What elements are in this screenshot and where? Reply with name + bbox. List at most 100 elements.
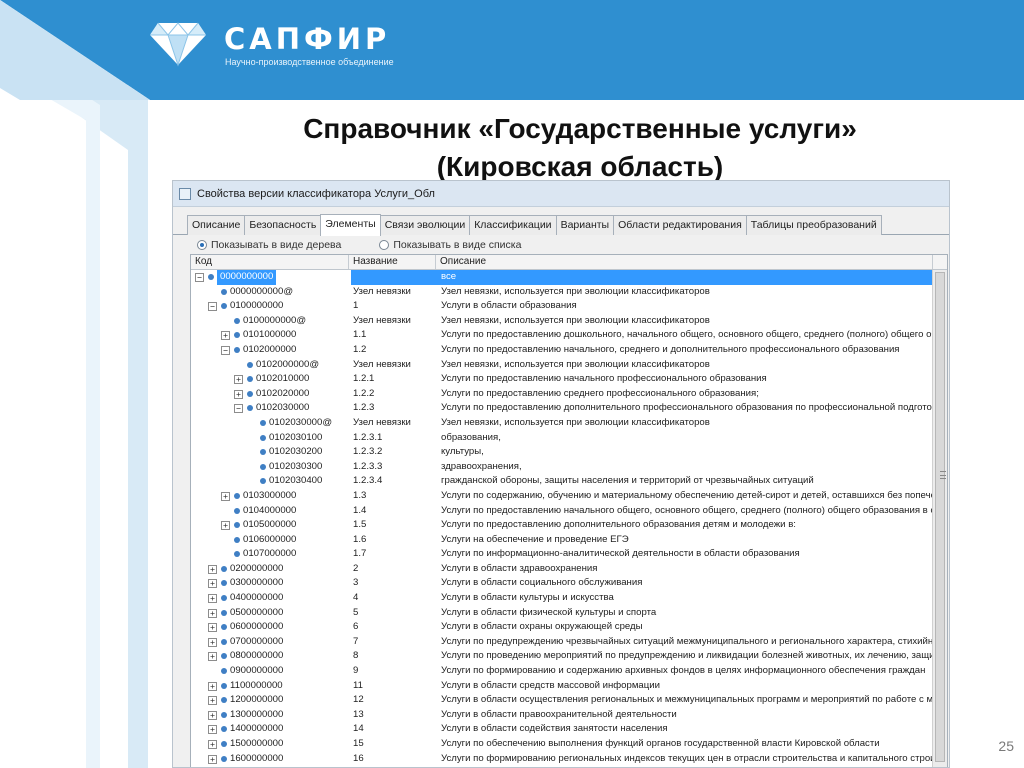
plus-box-icon[interactable]: + — [208, 754, 217, 764]
tab-5[interactable]: Варианты — [555, 215, 615, 235]
table-row[interactable]: 0102030400 1.2.3.4 гражданской обороны, за… — [191, 474, 933, 489]
tree-option-label: Показывать в виде дерева — [211, 239, 342, 251]
table-row[interactable]: 0000000000@ Узел невязки Узел невязки, исп… — [191, 285, 933, 300]
table-row[interactable]: +1100000000 11 Услуги в области средств ма… — [191, 679, 933, 694]
table-row[interactable]: 0102030200 1.2.3.2 культуры, — [191, 445, 933, 460]
plus-box-icon[interactable]: + — [208, 579, 217, 589]
table-row[interactable]: 0102030100 1.2.3.1 образования, — [191, 431, 933, 446]
row-code: 0300000000 — [230, 577, 284, 589]
bullet-node-icon — [234, 507, 240, 514]
scrollbar-thumb[interactable] — [935, 272, 946, 762]
row-name: 16 — [353, 752, 364, 764]
bullet-node-icon — [260, 478, 266, 485]
tree-radio[interactable] — [197, 240, 207, 250]
plus-box-icon[interactable]: + — [208, 637, 217, 647]
tab-3[interactable]: Связи эволюции — [379, 215, 471, 235]
table-row[interactable]: +0700000000 7 Услуги по предупреждению чре… — [191, 635, 933, 650]
plus-box-icon[interactable]: + — [208, 564, 217, 574]
table-row[interactable]: +1500000000 15 Услуги по обеспечению выпол… — [191, 737, 933, 752]
tab-0[interactable]: Описание — [187, 215, 246, 235]
plus-box-icon[interactable]: + — [208, 623, 217, 633]
plus-box-icon[interactable]: + — [234, 389, 243, 399]
bullet-node-icon — [221, 711, 227, 718]
plus-box-icon[interactable]: + — [221, 331, 230, 341]
plus-box-icon[interactable]: + — [208, 710, 217, 720]
minus-box-icon[interactable]: − — [234, 404, 243, 414]
table-row[interactable]: +0102020000 1.2.2 Услуги по предоставлению… — [191, 387, 933, 402]
window-titlebar[interactable]: Свойства версии классификатора Услуги_Об… — [173, 181, 949, 207]
tab-6[interactable]: Области редактирования — [613, 215, 747, 235]
plus-box-icon[interactable]: + — [208, 740, 217, 749]
row-name: 2 — [353, 562, 359, 574]
table-row[interactable]: 0102030300 1.2.3.3 здравоохранения, — [191, 460, 933, 475]
table-row[interactable]: 0102030000@ Узел невязки Узел невязки, исп… — [191, 416, 933, 431]
table-row[interactable]: +0102010000 1.2.1 Услуги по предоставлению… — [191, 372, 933, 387]
row-description: Услуги на обеспечение и проведение ЕГЭ — [441, 533, 629, 545]
plus-box-icon[interactable]: + — [208, 696, 217, 706]
vertical-scrollbar[interactable] — [932, 270, 947, 767]
plus-box-icon[interactable]: + — [221, 521, 230, 531]
table-row[interactable]: +0500000000 5 Услуги в области физической … — [191, 606, 933, 621]
code-cell: − 0000000000 — [191, 270, 351, 285]
column-header-code[interactable]: Код — [191, 255, 349, 269]
minus-box-icon[interactable]: − — [208, 302, 217, 312]
table-row[interactable]: − 0102000000 1.2 Услуги по предоставлению н… — [191, 343, 933, 358]
table-row[interactable]: +0800000000 8 Услуги по проведению меропри… — [191, 649, 933, 664]
table-row[interactable]: 0102000000@ Узел невязки Узел невязки, исп… — [191, 358, 933, 373]
row-name: 5 — [353, 606, 359, 618]
bullet-node-icon — [221, 624, 227, 631]
table-row[interactable]: 0100000000@ Узел невязки Узел невязки, исп… — [191, 314, 933, 329]
minus-box-icon[interactable]: − — [195, 273, 204, 282]
table-row[interactable]: 0106000000 1.6 Услуги на обеспечение и про… — [191, 533, 933, 548]
tab-4[interactable]: Классификации — [469, 215, 557, 235]
table-row[interactable]: − 0000000000 все — [191, 270, 933, 285]
show-as-tree-option[interactable]: Показывать в виде дерева — [197, 239, 341, 251]
table-row[interactable]: 0107000000 1.7 Услуги по информационно-ана… — [191, 547, 933, 562]
classifier-properties-window: Свойства версии классификатора Услуги_Об… — [172, 180, 950, 768]
bullet-node-icon — [221, 653, 227, 660]
table-row[interactable]: +0600000000 6 Услуги в области охраны окру… — [191, 620, 933, 635]
row-code: 0102020000 — [256, 387, 310, 399]
row-code: 0101000000 — [243, 329, 297, 341]
table-row[interactable]: 0900000000 9 Услуги по формированию и соде… — [191, 664, 933, 679]
table-row[interactable]: − 0102030000 1.2.3 Услуги по предоставлению… — [191, 401, 933, 416]
plus-box-icon[interactable]: + — [208, 608, 217, 618]
bullet-node-icon — [247, 405, 253, 412]
column-header-description[interactable]: Описание — [436, 255, 933, 269]
tab-1[interactable]: Безопасность — [244, 215, 322, 235]
bullet-node-icon — [247, 361, 253, 368]
table-row[interactable]: +0103000000 1.3 Услуги по содержанию, обуч… — [191, 489, 933, 504]
plus-box-icon[interactable]: + — [208, 681, 217, 691]
tab-7[interactable]: Таблицы преобразований — [745, 215, 882, 235]
row-description: здравоохранения, — [441, 460, 522, 472]
table-row[interactable]: +0400000000 4 Услуги в области культуры и … — [191, 591, 933, 606]
row-name: 6 — [353, 621, 359, 633]
table-row[interactable]: +0105000000 1.5 Услуги по предоставлению д… — [191, 518, 933, 533]
bullet-node-icon — [260, 434, 266, 441]
row-name: 1.4 — [353, 504, 367, 516]
plus-box-icon[interactable]: + — [221, 491, 230, 501]
row-name: 12 — [353, 694, 364, 706]
show-as-list-option[interactable]: Показывать в виде списка — [379, 239, 521, 251]
list-radio[interactable] — [379, 240, 390, 250]
table-row[interactable]: +1300000000 13 Услуги в области правоохран… — [191, 708, 933, 723]
view-options: Показывать в виде дерева Показывать в ви… — [173, 235, 949, 255]
table-row[interactable]: +0101000000 1.1 Услуги по предоставлению д… — [191, 328, 933, 343]
table-row[interactable]: +1200000000 12 Услуги в области осуществле… — [191, 693, 933, 708]
table-row[interactable]: +0200000000 2 Услуги в области здравоохран… — [191, 562, 933, 577]
code-cell: +0105000000 — [191, 518, 351, 533]
row-description: Услуги по информационно-аналитической де… — [441, 548, 800, 560]
table-row[interactable]: 0104000000 1.4 Услуги по предоставлению на… — [191, 504, 933, 519]
plus-box-icon[interactable]: + — [208, 652, 217, 662]
row-code: 1200000000 — [230, 694, 284, 706]
table-row[interactable]: +1400000000 14 Услуги в области содействия… — [191, 722, 933, 737]
table-row[interactable]: +1600000000 16 Услуги по формированию реги… — [191, 752, 933, 767]
plus-box-icon[interactable]: + — [208, 725, 217, 735]
plus-box-icon[interactable]: + — [208, 594, 217, 604]
table-row[interactable]: +0300000000 3 Услуги в области социального… — [191, 576, 933, 591]
minus-box-icon[interactable]: − — [221, 345, 230, 355]
plus-box-icon[interactable]: + — [234, 375, 243, 385]
table-row[interactable]: − 0100000000 1 Услуги в области образования — [191, 299, 933, 314]
column-header-name[interactable]: Название — [349, 255, 436, 269]
tab-2[interactable]: Элементы — [320, 214, 381, 236]
